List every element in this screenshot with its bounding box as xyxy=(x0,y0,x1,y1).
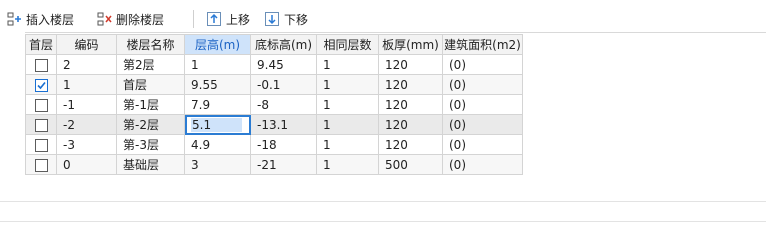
building-area-cell: (0) xyxy=(442,134,523,155)
slab-thickness-cell[interactable]: 120 xyxy=(378,74,443,95)
floor-name-cell[interactable]: 第-1层 xyxy=(116,94,185,115)
slab-thickness-cell[interactable]: 120 xyxy=(378,114,443,135)
delete-floor-icon xyxy=(96,11,112,27)
first-floor-checkbox[interactable] xyxy=(34,98,48,112)
floor-name-cell[interactable]: 第2层 xyxy=(116,54,185,75)
code-cell[interactable]: -1 xyxy=(56,94,117,115)
col-building-area[interactable]: 建筑面积(m2) xyxy=(442,34,523,55)
same-floors-cell[interactable]: 1 xyxy=(316,94,379,115)
move-down-icon xyxy=(264,11,280,27)
floor-height-edit-value[interactable]: 5.1 xyxy=(191,117,242,132)
building-area-cell: (0) xyxy=(442,74,523,95)
floor-name-cell[interactable]: 首层 xyxy=(116,74,185,95)
delete-floor-label: 删除楼层 xyxy=(116,12,165,27)
insert-floor-icon xyxy=(6,11,22,27)
floor-table: 首层 编码 楼层名称 层高(m) 底标高(m) 相同层数 板厚(mm) 建筑面积… xyxy=(25,34,523,175)
insert-floor-button[interactable]: 插入楼层 xyxy=(6,9,74,29)
first-floor-checkbox-cell[interactable] xyxy=(25,114,57,135)
move-down-button[interactable]: 下移 xyxy=(264,9,308,29)
bottom-elevation-cell[interactable]: -21 xyxy=(250,154,317,175)
bottom-elevation-cell[interactable]: -13.1 xyxy=(250,114,317,135)
bottom-elevation-cell[interactable]: 9.45 xyxy=(250,54,317,75)
floor-height-cell[interactable]: 1 xyxy=(184,54,251,75)
floor-settings-panel: 插入楼层 删除楼层 上移 下移 首层 编码 楼层名称 层高(m) 底标高(m) … xyxy=(0,0,766,223)
empty-grid-line xyxy=(0,221,766,222)
move-up-label: 上移 xyxy=(226,12,251,27)
first-floor-checkbox-cell[interactable] xyxy=(25,74,57,95)
first-floor-checkbox[interactable] xyxy=(34,118,48,132)
code-cell[interactable]: -2 xyxy=(56,114,117,135)
row-header-gutter xyxy=(0,32,25,223)
col-same-floors[interactable]: 相同层数 xyxy=(316,34,379,55)
col-slab-thickness[interactable]: 板厚(mm) xyxy=(378,34,443,55)
first-floor-checkbox-cell[interactable] xyxy=(25,134,57,155)
toolbar-separator xyxy=(193,10,194,28)
floor-name-cell[interactable]: 基础层 xyxy=(116,154,185,175)
slab-thickness-cell[interactable]: 500 xyxy=(378,154,443,175)
table-row[interactable]: -3 第-3层 4.9 -18 1 120 (0) xyxy=(25,134,523,155)
first-floor-checkbox[interactable] xyxy=(34,138,48,152)
col-floor-height[interactable]: 层高(m) xyxy=(184,34,251,55)
table-row[interactable]: 1 首层 9.55 -0.1 1 120 (0) xyxy=(25,74,523,95)
first-floor-checkbox-checked[interactable] xyxy=(34,78,48,92)
slab-thickness-cell[interactable]: 120 xyxy=(378,94,443,115)
move-up-button[interactable]: 上移 xyxy=(206,9,250,29)
floor-height-cell[interactable]: 7.9 xyxy=(184,94,251,115)
empty-grid-line xyxy=(0,201,766,202)
first-floor-checkbox-cell[interactable] xyxy=(25,154,57,175)
insert-floor-label: 插入楼层 xyxy=(26,12,75,27)
building-area-cell: (0) xyxy=(442,114,523,135)
floor-name-cell[interactable]: 第-3层 xyxy=(116,134,185,155)
slab-thickness-cell[interactable]: 120 xyxy=(378,54,443,75)
table-row[interactable]: 0 基础层 3 -21 1 500 (0) xyxy=(25,154,523,175)
first-floor-checkbox-cell[interactable] xyxy=(25,94,57,115)
code-cell[interactable]: 0 xyxy=(56,154,117,175)
slab-thickness-cell[interactable]: 120 xyxy=(378,134,443,155)
first-floor-checkbox[interactable] xyxy=(34,158,48,172)
floor-height-cell[interactable]: 4.9 xyxy=(184,134,251,155)
floor-height-cell[interactable]: 9.55 xyxy=(184,74,251,95)
move-up-icon xyxy=(206,11,222,27)
table-row[interactable]: 2 第2层 1 9.45 1 120 (0) xyxy=(25,54,523,75)
building-area-cell: (0) xyxy=(442,54,523,75)
floor-toolbar: 插入楼层 删除楼层 上移 下移 xyxy=(0,6,766,33)
delete-floor-button[interactable]: 删除楼层 xyxy=(96,9,164,29)
code-cell[interactable]: 1 xyxy=(56,74,117,95)
floor-height-cell[interactable]: 3 xyxy=(184,154,251,175)
building-area-cell: (0) xyxy=(442,154,523,175)
floor-name-cell[interactable]: 第-2层 xyxy=(116,114,185,135)
bottom-elevation-cell[interactable]: -0.1 xyxy=(250,74,317,95)
floor-height-edit-cell[interactable]: 5.1 xyxy=(184,114,251,135)
first-floor-checkbox-cell[interactable] xyxy=(25,54,57,75)
col-bottom-elevation[interactable]: 底标高(m) xyxy=(250,34,317,55)
col-floor-name[interactable]: 楼层名称 xyxy=(116,34,185,55)
move-down-label: 下移 xyxy=(284,12,309,27)
bottom-elevation-cell[interactable]: -18 xyxy=(250,134,317,155)
same-floors-cell[interactable]: 1 xyxy=(316,154,379,175)
col-first-floor[interactable]: 首层 xyxy=(25,34,57,55)
table-row[interactable]: -1 第-1层 7.9 -8 1 120 (0) xyxy=(25,94,523,115)
checkmark-icon xyxy=(36,81,46,89)
col-code[interactable]: 编码 xyxy=(56,34,117,55)
same-floors-cell[interactable]: 1 xyxy=(316,134,379,155)
table-row-selected[interactable]: -2 第-2层 5.1 -13.1 1 120 (0) xyxy=(25,114,523,135)
code-cell[interactable]: 2 xyxy=(56,54,117,75)
bottom-elevation-cell[interactable]: -8 xyxy=(250,94,317,115)
table-header-row: 首层 编码 楼层名称 层高(m) 底标高(m) 相同层数 板厚(mm) 建筑面积… xyxy=(25,34,523,55)
first-floor-checkbox[interactable] xyxy=(34,58,48,72)
code-cell[interactable]: -3 xyxy=(56,134,117,155)
building-area-cell: (0) xyxy=(442,94,523,115)
same-floors-cell[interactable]: 1 xyxy=(316,74,379,95)
same-floors-cell[interactable]: 1 xyxy=(316,54,379,75)
same-floors-cell[interactable]: 1 xyxy=(316,114,379,135)
